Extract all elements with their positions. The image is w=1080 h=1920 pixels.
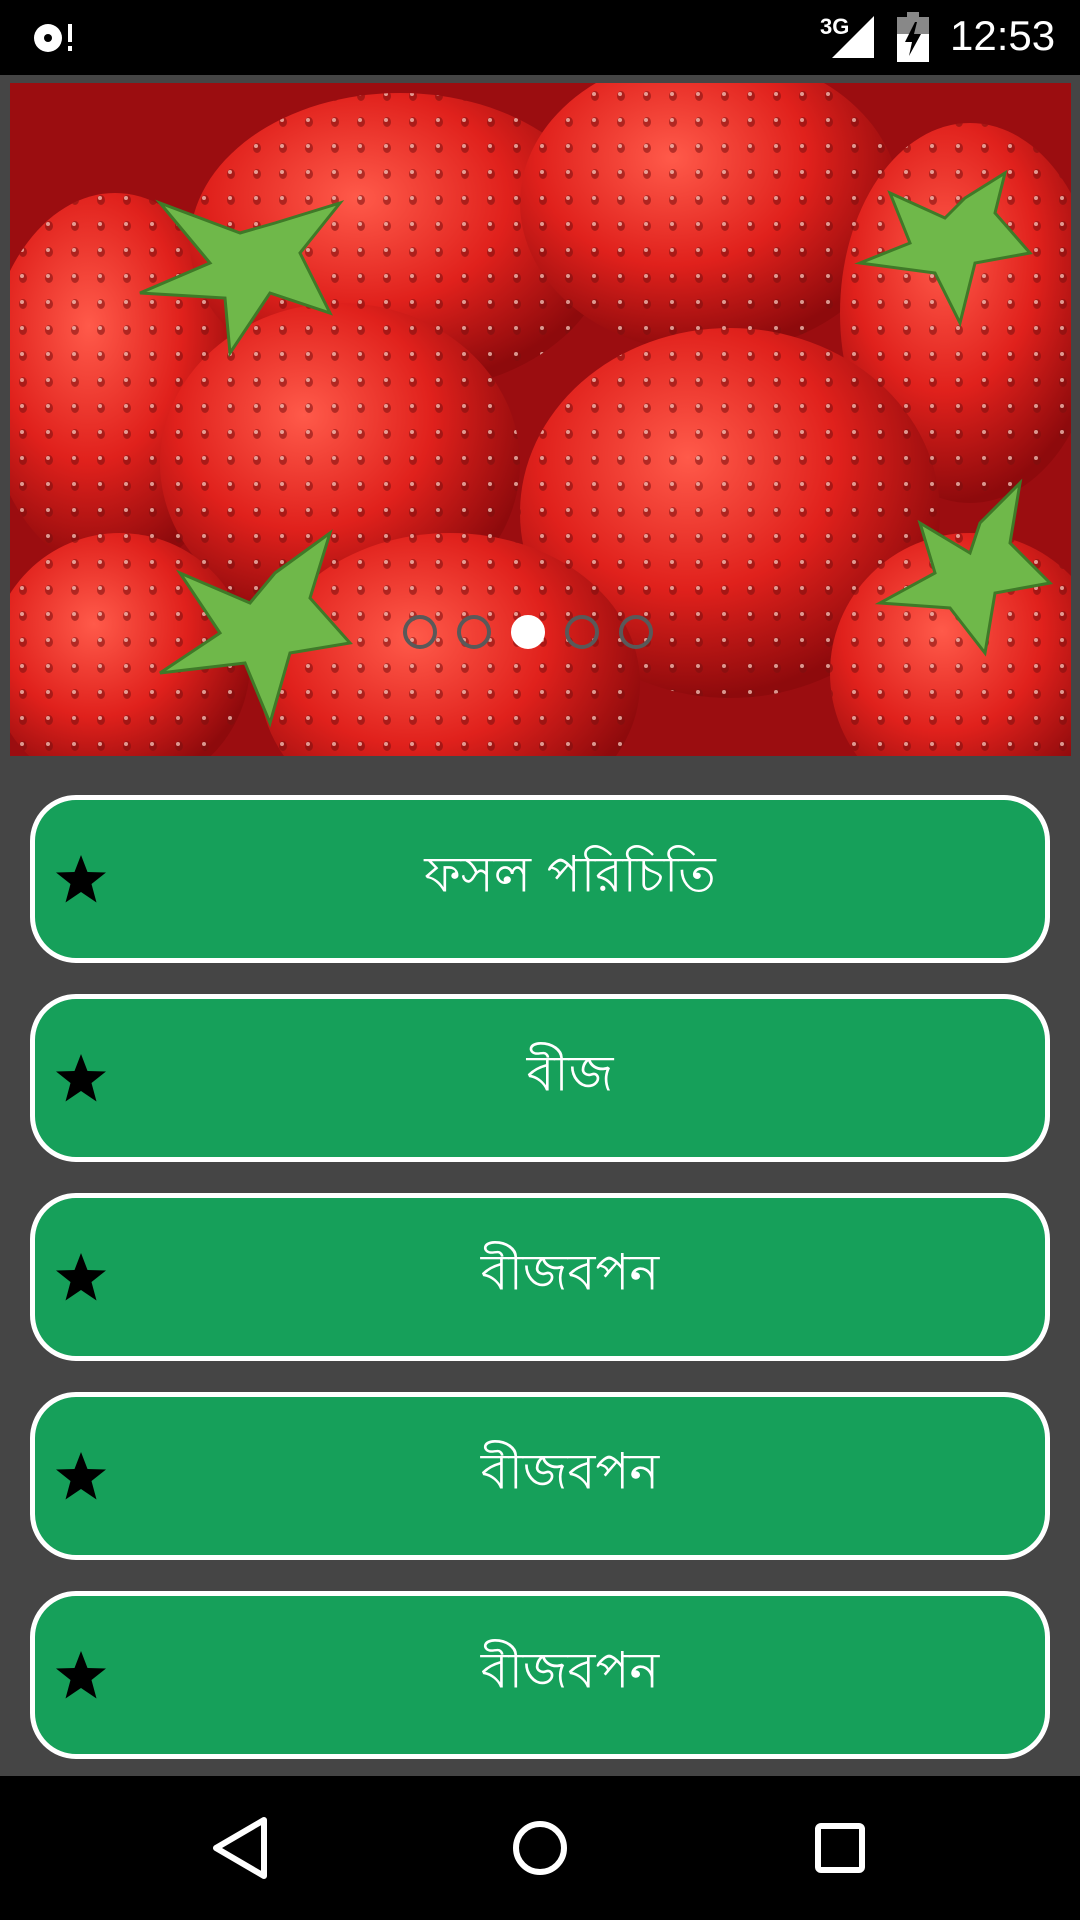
slider-dot[interactable] xyxy=(403,615,437,649)
slider-dot-active[interactable] xyxy=(511,615,545,649)
battery-charging-icon xyxy=(897,12,929,62)
menu-button-seed[interactable]: বীজ xyxy=(30,994,1050,1162)
menu-button-label: বীজবপন xyxy=(480,1243,660,1302)
signal-icon xyxy=(832,16,874,58)
star-icon xyxy=(56,855,106,903)
menu-button-label: বীজবপন xyxy=(480,1442,660,1501)
star-icon xyxy=(56,1452,106,1500)
menu-button-label: ফসল পরিচিতি xyxy=(424,845,716,904)
slider-dot[interactable] xyxy=(457,615,491,649)
image-slider[interactable] xyxy=(10,83,1071,756)
home-icon[interactable] xyxy=(500,1808,580,1888)
strawberries-image xyxy=(10,83,1071,756)
menu-button-label: বীজবপন xyxy=(480,1641,660,1700)
menu-button-sowing[interactable]: বীজবপন xyxy=(30,1193,1050,1361)
recents-icon[interactable] xyxy=(800,1808,880,1888)
star-icon xyxy=(56,1054,106,1102)
menu-button-sowing[interactable]: বীজবপন xyxy=(30,1591,1050,1759)
menu-button-label: বীজ xyxy=(526,1044,614,1103)
status-bar: 3G 12:53 xyxy=(0,0,1080,75)
navigation-bar xyxy=(0,1776,1080,1920)
back-icon[interactable] xyxy=(200,1808,280,1888)
star-icon xyxy=(56,1253,106,1301)
menu-button-crop-intro[interactable]: ফসল পরিচিতি xyxy=(30,795,1050,963)
star-icon xyxy=(56,1651,106,1699)
menu-button-sowing[interactable]: বীজবপন xyxy=(30,1392,1050,1560)
record-icon xyxy=(34,24,72,52)
slider-dot[interactable] xyxy=(565,615,599,649)
slider-dot[interactable] xyxy=(619,615,653,649)
clock: 12:53 xyxy=(950,12,1056,59)
